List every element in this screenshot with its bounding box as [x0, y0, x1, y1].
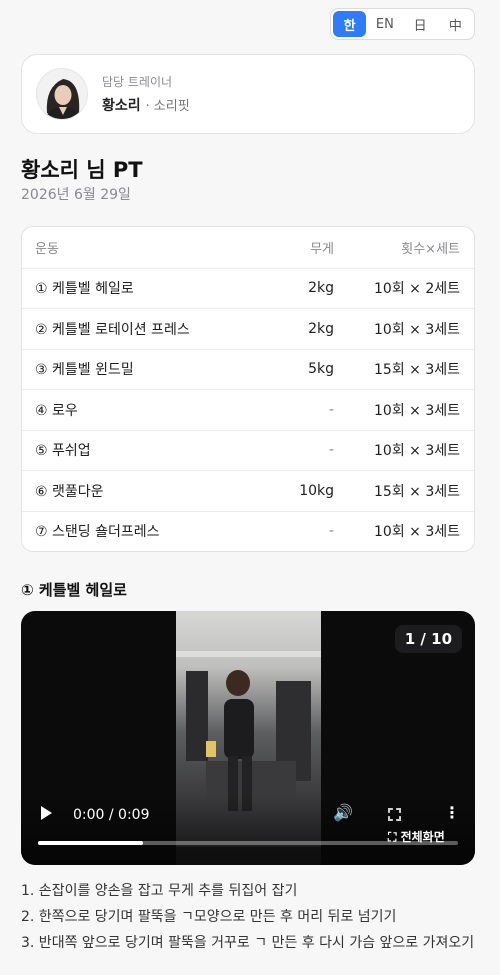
step-item: 1. 손잡이를 양손을 잡고 무게 추를 뒤집어 잡기 [21, 883, 298, 899]
exercise-name: ③ 케틀벨 윈드밀 [35, 362, 134, 379]
trainer-card: 담당 트레이너 황소리 · 소리핏 [21, 54, 475, 134]
exercise-steps: 1. 손잡이를 양손을 잡고 무게 추를 뒤집어 잡기 2. 한쪽으로 당기며 … [21, 878, 481, 956]
exercise-weight: - [328, 401, 334, 418]
video-player[interactable]: 1 / 10 0:00 / 0:09 🔊 ⋮ ⛶ 전체화면 [21, 611, 475, 865]
table-row[interactable]: ④ 로우 - 10회 × 3세트 [22, 389, 474, 430]
more-options-icon[interactable]: ⋮ [444, 803, 460, 822]
fullscreen-icon[interactable] [388, 808, 401, 821]
table-header: 운동 무게 횟수×세트 [22, 227, 474, 268]
exercise-weight: 10kg [299, 482, 334, 499]
exercise-reps: 10회 × 3세트 [374, 402, 460, 419]
exercise-name: ① 케틀벨 헤일로 [35, 281, 134, 298]
video-progress-fill [38, 841, 143, 845]
video-time: 0:00 / 0:09 [73, 807, 150, 823]
table-row[interactable]: ② 케틀벨 로테이션 프레스 2kg 10회 × 3세트 [22, 308, 474, 349]
video-controls: 0:00 / 0:09 🔊 ⋮ ⛶ 전체화면 [21, 795, 475, 865]
lang-japanese[interactable]: 日 [404, 11, 437, 37]
exercise-table: 운동 무게 횟수×세트 ① 케틀벨 헤일로 2kg 10회 × 2세트 ② 케틀… [21, 226, 475, 552]
step-item: 3. 반대쪽 앞으로 당기며 팔뚝을 거꾸로 ㄱ 만든 후 다시 가슴 앞으로 … [21, 935, 475, 951]
exercise-reps: 10회 × 3세트 [374, 321, 460, 338]
exercise-reps: 15회 × 3세트 [374, 483, 460, 500]
session-date: 2026년 6월 29일 [21, 187, 131, 203]
header-exercise: 운동 [35, 241, 59, 257]
exercise-weight: - [328, 442, 334, 459]
page-title: 황소리 님 PT [21, 158, 143, 182]
exercise-reps: 10회 × 2세트 [374, 281, 460, 298]
exercise-name: ⑥ 랫풀다운 [35, 483, 104, 500]
trainer-caption: 담당 트레이너 [102, 75, 173, 89]
exercise-name: ⑦ 스탠딩 숄더프레스 [35, 524, 160, 541]
header-reps: 횟수×세트 [401, 241, 460, 257]
table-row[interactable]: ⑦ 스탠딩 숄더프레스 - 10회 × 3세트 [22, 510, 474, 552]
trainer-gym: · 소리핏 [145, 99, 190, 114]
exercise-reps: 10회 × 3세트 [374, 443, 460, 460]
exercise-detail-title: ① 케틀벨 헤일로 [21, 581, 127, 599]
video-progress-bar[interactable] [38, 841, 458, 845]
lang-english[interactable]: EN [368, 11, 401, 37]
exercise-weight: 2kg [308, 280, 334, 297]
exercise-name: ④ 로우 [35, 402, 78, 419]
lang-chinese[interactable]: 中 [439, 11, 472, 37]
table-row[interactable]: ③ 케틀벨 윈드밀 5kg 15회 × 3세트 [22, 348, 474, 390]
trainer-name-line: 황소리 · 소리핏 [102, 95, 190, 115]
volume-icon[interactable]: 🔊 [333, 803, 353, 822]
table-row[interactable]: ⑥ 랫풀다운 10kg 15회 × 3세트 [22, 470, 474, 511]
header-weight: 무게 [310, 241, 334, 257]
exercise-weight: 5kg [308, 361, 334, 378]
exercise-name: ② 케틀벨 로테이션 프레스 [35, 321, 190, 338]
exercise-weight: - [328, 523, 334, 540]
trainer-name: 황소리 [102, 98, 141, 114]
exercise-weight: 2kg [308, 320, 334, 337]
play-icon[interactable] [41, 806, 52, 820]
trainer-avatar [36, 68, 88, 120]
step-item: 2. 한쪽으로 당기며 팔뚝을 ㄱ모양으로 만든 후 머리 뒤로 넘기기 [21, 909, 397, 925]
slide-counter: 1 / 10 [394, 625, 462, 653]
table-row[interactable]: ① 케틀벨 헤일로 2kg 10회 × 2세트 [22, 267, 474, 309]
exercise-reps: 15회 × 3세트 [374, 362, 460, 379]
exercise-reps: 10회 × 3세트 [374, 524, 460, 541]
exercise-name: ⑤ 푸쉬업 [35, 443, 91, 460]
lang-korean[interactable]: 한 [333, 11, 367, 37]
language-switcher: 한 EN 日 中 [330, 8, 475, 40]
table-row[interactable]: ⑤ 푸쉬업 - 10회 × 3세트 [22, 429, 474, 471]
